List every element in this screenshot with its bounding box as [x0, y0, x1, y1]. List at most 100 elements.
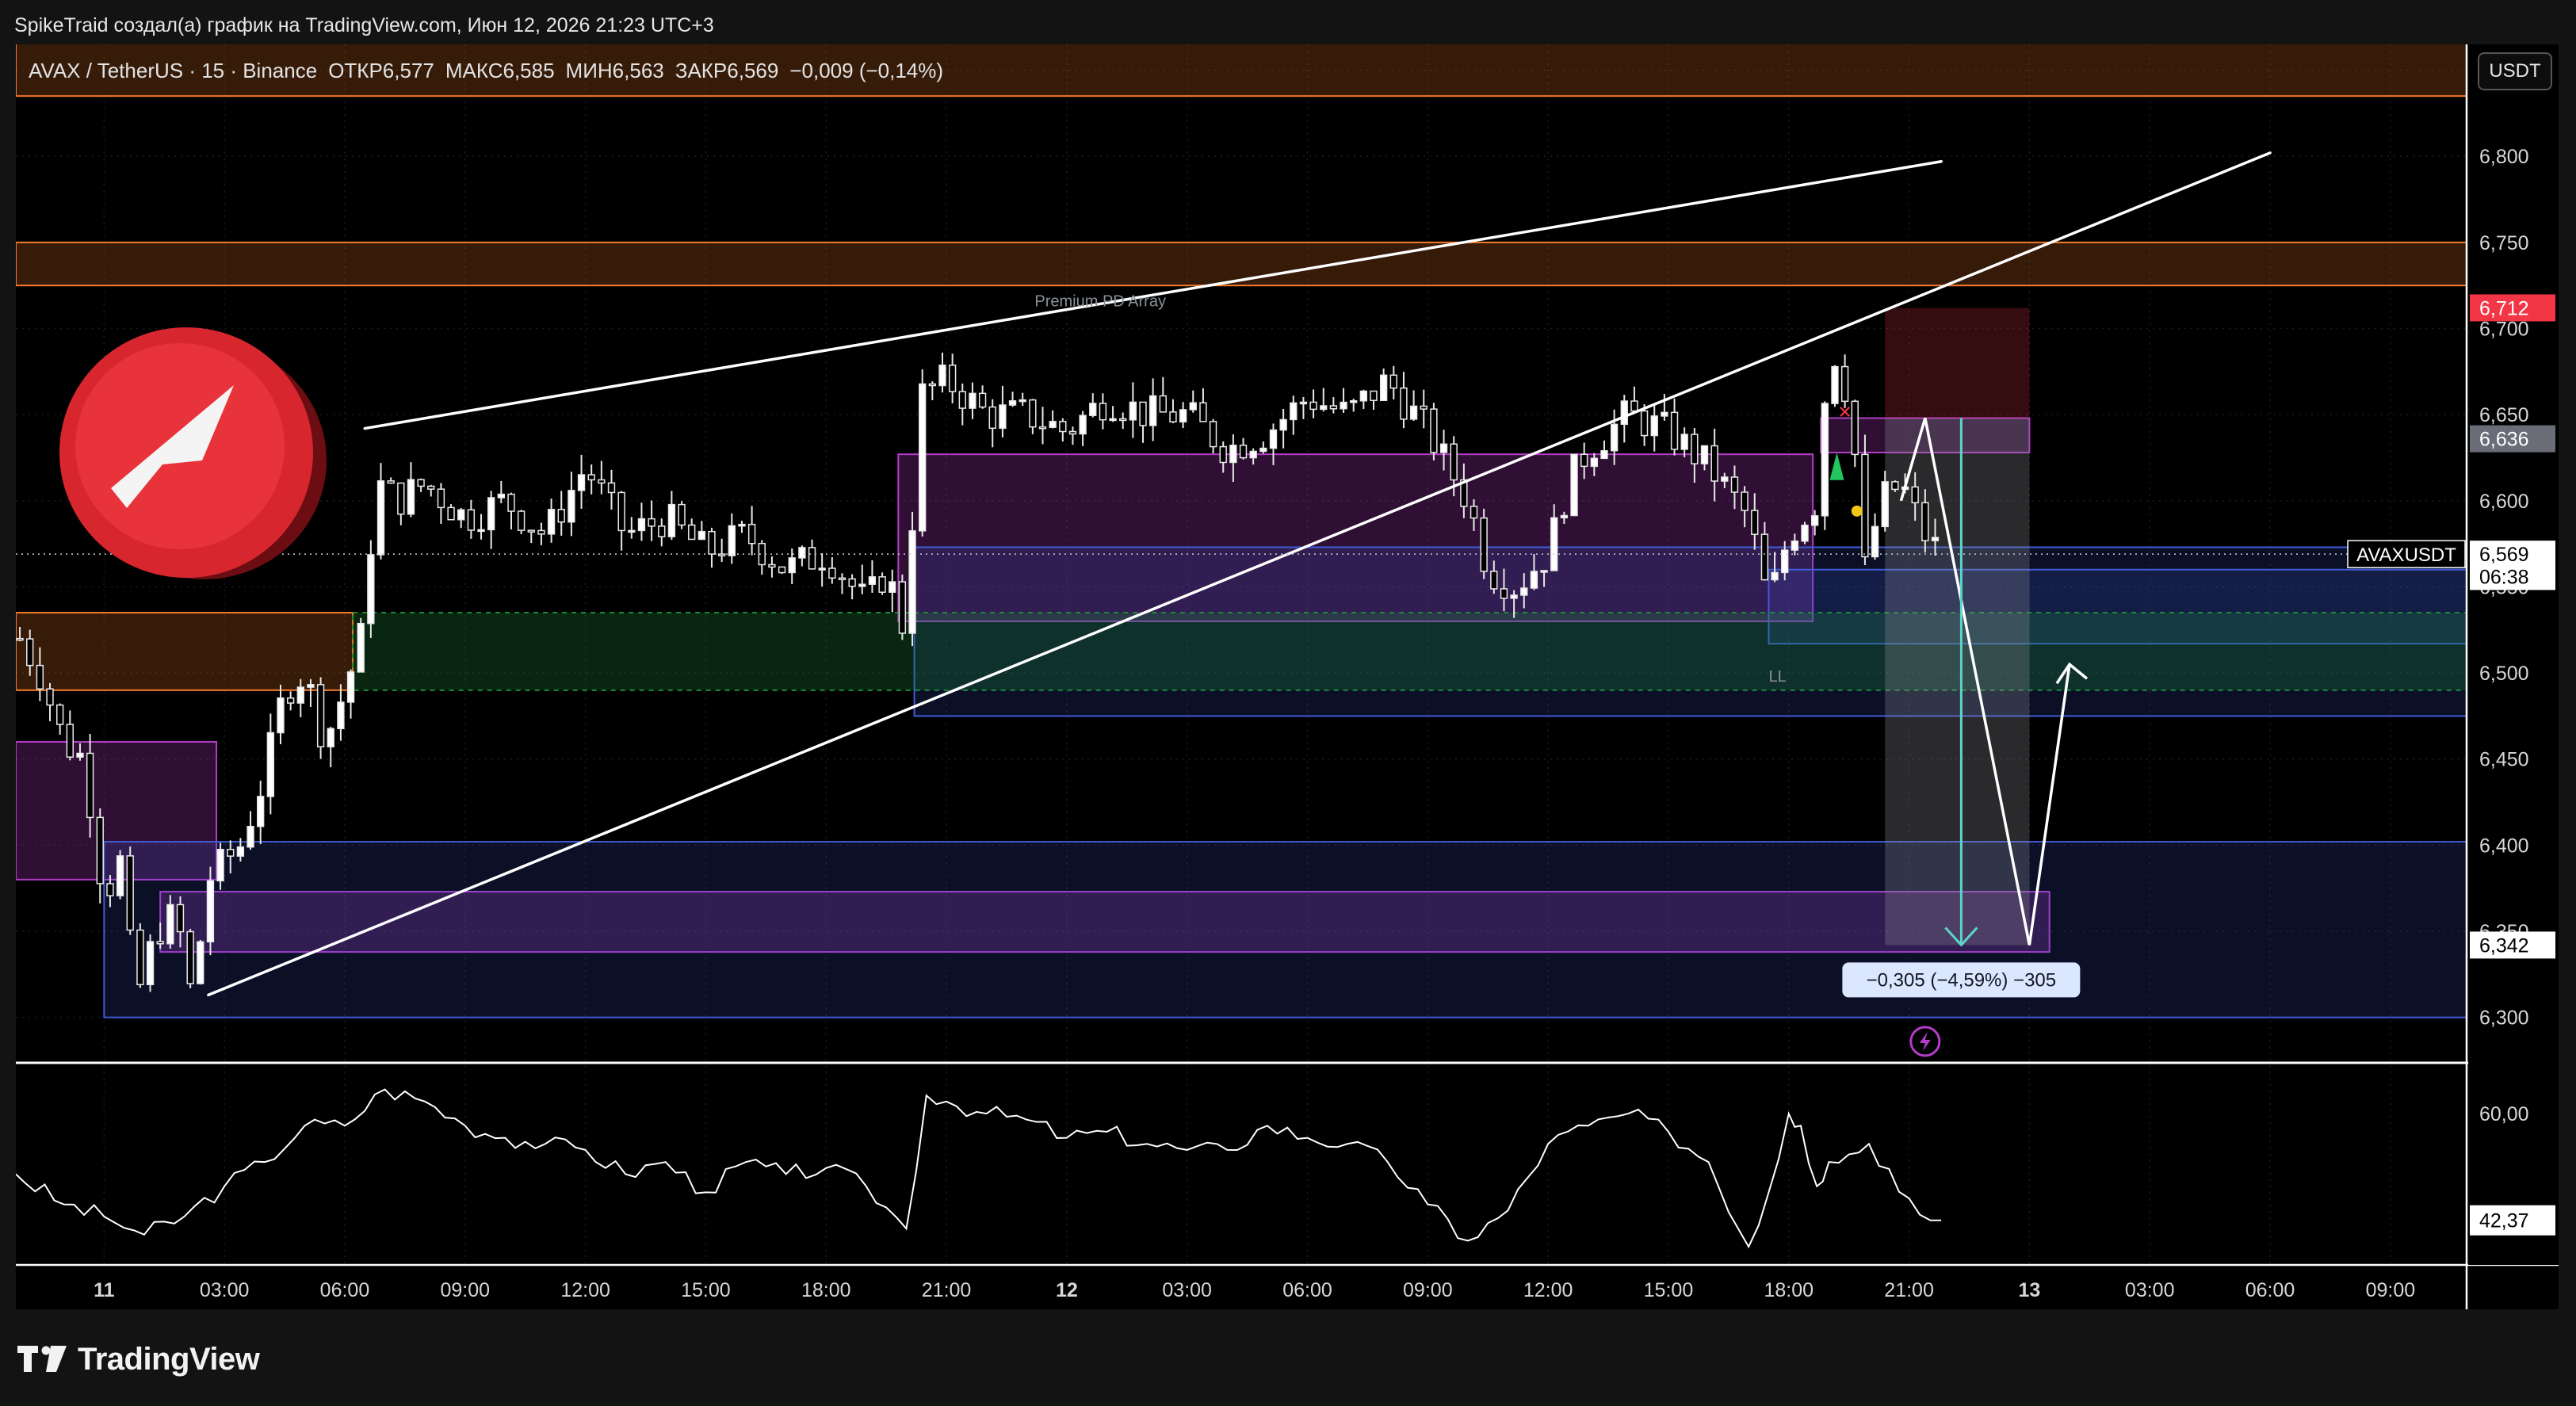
- zone-blue: [103, 841, 2467, 1018]
- candle-bull: [327, 728, 334, 747]
- candle-bear: [1891, 481, 1899, 491]
- candle-bull: [1781, 549, 1789, 574]
- candle-bull: [1008, 400, 1017, 406]
- candle-bull: [76, 752, 84, 758]
- time-tick-label: 18:00: [801, 1279, 851, 1301]
- candle-bull: [908, 530, 916, 634]
- price-tick-label: 6,750: [2479, 232, 2529, 254]
- candle-bear: [1099, 403, 1107, 421]
- candle-bull: [337, 701, 345, 730]
- candle-bear: [978, 392, 987, 408]
- candle-bear: [848, 578, 856, 587]
- candle-bear: [617, 491, 625, 532]
- measure-label: −0,305 (−4,59%) −305: [1867, 969, 2057, 991]
- candle-bear: [1199, 402, 1207, 422]
- candle-bear: [1038, 426, 1047, 430]
- candle-bull: [497, 493, 505, 499]
- candle-bear: [1119, 418, 1127, 422]
- candle-bear: [527, 529, 535, 533]
- candle-bull: [236, 846, 245, 857]
- candle-bull: [1661, 411, 1668, 417]
- candle-bear: [176, 904, 185, 933]
- candle-bear: [1400, 387, 1408, 420]
- candle-bull: [1320, 405, 1328, 411]
- candle-bear: [708, 530, 716, 555]
- time-tick-label: 21:00: [1884, 1279, 1934, 1301]
- candle-bear: [598, 479, 606, 484]
- candle-bear: [1500, 588, 1508, 599]
- candle-bull: [1259, 447, 1267, 453]
- time-tick-label: 03:00: [200, 1279, 250, 1301]
- time-tick-label: 12:00: [1523, 1279, 1573, 1301]
- candle-bull: [628, 529, 636, 533]
- price-tick-label: 6,500: [2479, 663, 2529, 685]
- price-tick-label: 6,400: [2479, 835, 2529, 857]
- candle-bull: [547, 509, 556, 535]
- candle-bull: [197, 941, 204, 984]
- candle-bear: [26, 638, 34, 667]
- candle-bear: [1420, 405, 1428, 410]
- candle-bull: [367, 554, 375, 625]
- chart-annotation: LL: [1768, 668, 1786, 686]
- candle-bear: [878, 576, 886, 593]
- time-tick-label: 15:00: [681, 1279, 731, 1301]
- candle-bear: [988, 406, 996, 430]
- candle-bear: [928, 383, 937, 387]
- price-label: 6,636: [2479, 429, 2529, 451]
- candle-bull: [1109, 418, 1117, 422]
- candle-bull: [1680, 434, 1688, 450]
- time-tick-label: 12:00: [560, 1279, 610, 1301]
- time-tick-label: 06:00: [2245, 1279, 2295, 1301]
- candle-bull: [1079, 415, 1087, 435]
- candle-bear: [1670, 411, 1679, 450]
- candle-bear: [1068, 430, 1077, 435]
- candle-bull: [1290, 402, 1298, 421]
- candle-bull: [166, 904, 174, 945]
- currency-button[interactable]: USDT: [2478, 52, 2552, 90]
- zone-greybox: [1885, 418, 2030, 946]
- candle-bear: [537, 529, 545, 535]
- candle-bull: [407, 479, 415, 515]
- candle-bull: [477, 529, 485, 533]
- candle-bear: [1480, 517, 1488, 572]
- candle-bear: [688, 524, 696, 541]
- time-tick-label: 09:00: [1403, 1279, 1453, 1301]
- chart-svg[interactable]: −0,305 (−4,59%) −305✕Premium PD ArrayLL …: [16, 44, 2559, 1309]
- candle-bear: [106, 883, 114, 896]
- chart-caption: SpikeTraid создал(а) график на TradingVi…: [14, 14, 714, 36]
- candle-bear: [417, 479, 425, 487]
- candle-bull: [1540, 570, 1548, 573]
- candle-bull: [1560, 514, 1569, 519]
- zone-orange: [16, 612, 354, 691]
- candle-bear: [36, 664, 44, 690]
- candle-bear: [1209, 421, 1217, 448]
- price-label: 6,569: [2479, 544, 2529, 566]
- candle-bear: [1490, 571, 1498, 590]
- candle-bull: [969, 392, 977, 409]
- symbol-legend: AVAX / TetherUS · 15 · Binance ОТКР6,577 М…: [29, 59, 954, 83]
- candle-bull: [1530, 571, 1538, 589]
- candle-bear: [778, 566, 786, 574]
- candle-bull: [738, 523, 746, 527]
- indicator-tick-label: 60,00: [2479, 1103, 2529, 1125]
- chart-frame[interactable]: −0,305 (−4,59%) −305 ✕ Premium PD Array LL …: [16, 44, 2559, 1309]
- candle-bull: [1189, 402, 1197, 411]
- legend-symbol[interactable]: AVAX / TetherUS · 15 · Binance: [29, 59, 317, 82]
- candle-bull: [1269, 429, 1278, 449]
- candle-bear: [96, 816, 104, 884]
- symbol-tag: AVAXUSDT: [2356, 544, 2456, 566]
- candle-bull: [1700, 445, 1709, 464]
- candle-bull: [1821, 403, 1829, 517]
- price-label: 6,712: [2479, 297, 2529, 319]
- candle-bear: [1691, 434, 1699, 464]
- candle-bull: [728, 525, 736, 556]
- legend-high: МАКС6,585: [445, 59, 555, 82]
- candle-bull: [938, 364, 946, 387]
- candle-bear: [1741, 491, 1749, 511]
- chart-annotation: Premium PD Array: [1034, 292, 1166, 310]
- candle-bull: [296, 686, 304, 704]
- candle-bull: [1570, 453, 1578, 517]
- tradingview-logo[interactable]: TradingView: [17, 1339, 260, 1379]
- candle-bear: [286, 697, 295, 704]
- candle-bear: [658, 525, 666, 537]
